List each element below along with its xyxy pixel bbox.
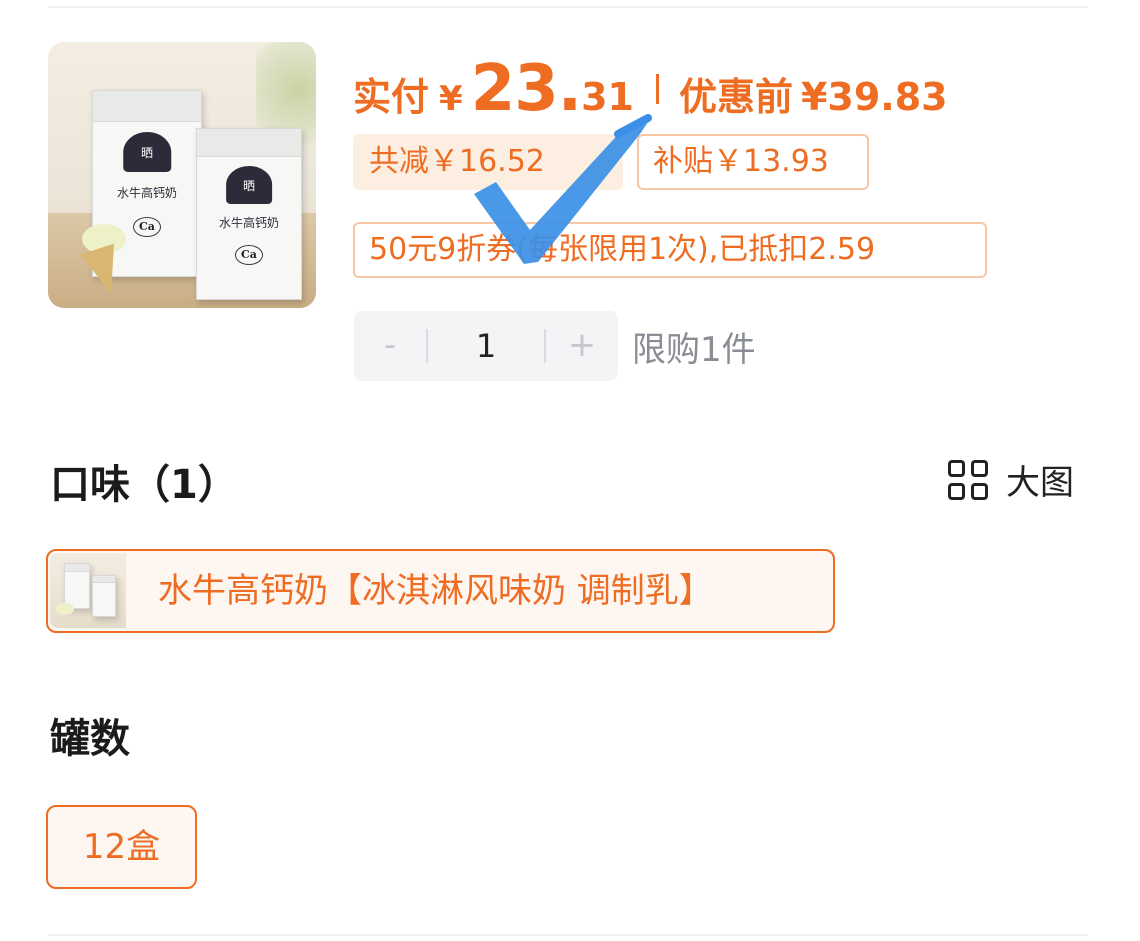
carton-name: 水牛高钙奶 (116, 185, 177, 200)
top-divider (48, 6, 1088, 8)
milk-carton-front: 晒 水牛高钙奶 Ca (196, 128, 302, 300)
count-option[interactable]: 12盒 (46, 805, 197, 889)
flavor-section-title: 口味（1） (50, 462, 238, 508)
big-image-label: 大图 (1006, 463, 1074, 503)
grid-icon (948, 459, 988, 500)
decrement-button[interactable]: - (354, 311, 426, 381)
quantity-stepper[interactable]: - 1 + (354, 311, 618, 381)
bottom-divider (48, 934, 1088, 936)
increment-button[interactable]: + (546, 311, 618, 381)
calcium-badge: Ca (133, 216, 161, 237)
paid-label: 实付 (353, 75, 430, 119)
flavor-option-thumbnail (50, 553, 126, 628)
coupon-tag: 50元9折券(每张限用1次),已抵扣2.59 (353, 222, 987, 278)
purchase-limit: 限购1件 (632, 330, 756, 370)
count-section-title: 罐数 (50, 716, 130, 762)
check-mark-icon (474, 114, 652, 264)
price-separator (655, 74, 659, 104)
product-image[interactable]: 晒 水牛高钙奶 Ca 晒 水牛高钙奶 Ca (48, 42, 316, 308)
subsidy-tag: 补贴￥13.93 (637, 134, 869, 190)
original-price-label: 优惠前 (678, 75, 793, 119)
brand-logo: 晒 (123, 131, 171, 173)
quantity-value[interactable]: 1 (428, 311, 544, 381)
flavor-option-label: 水牛高钙奶【冰淇淋风味奶 调制乳】 (158, 571, 713, 611)
brand-logo: 晒 (226, 166, 272, 204)
carton-name: 水牛高钙奶 (218, 216, 279, 230)
calcium-badge: Ca (235, 244, 263, 265)
original-price-value: ¥39.83 (800, 75, 948, 119)
big-image-toggle[interactable]: 大图 (948, 455, 1074, 504)
flavor-option[interactable]: 水牛高钙奶【冰淇淋风味奶 调制乳】 (46, 549, 835, 633)
currency-symbol: ¥ (439, 79, 463, 119)
